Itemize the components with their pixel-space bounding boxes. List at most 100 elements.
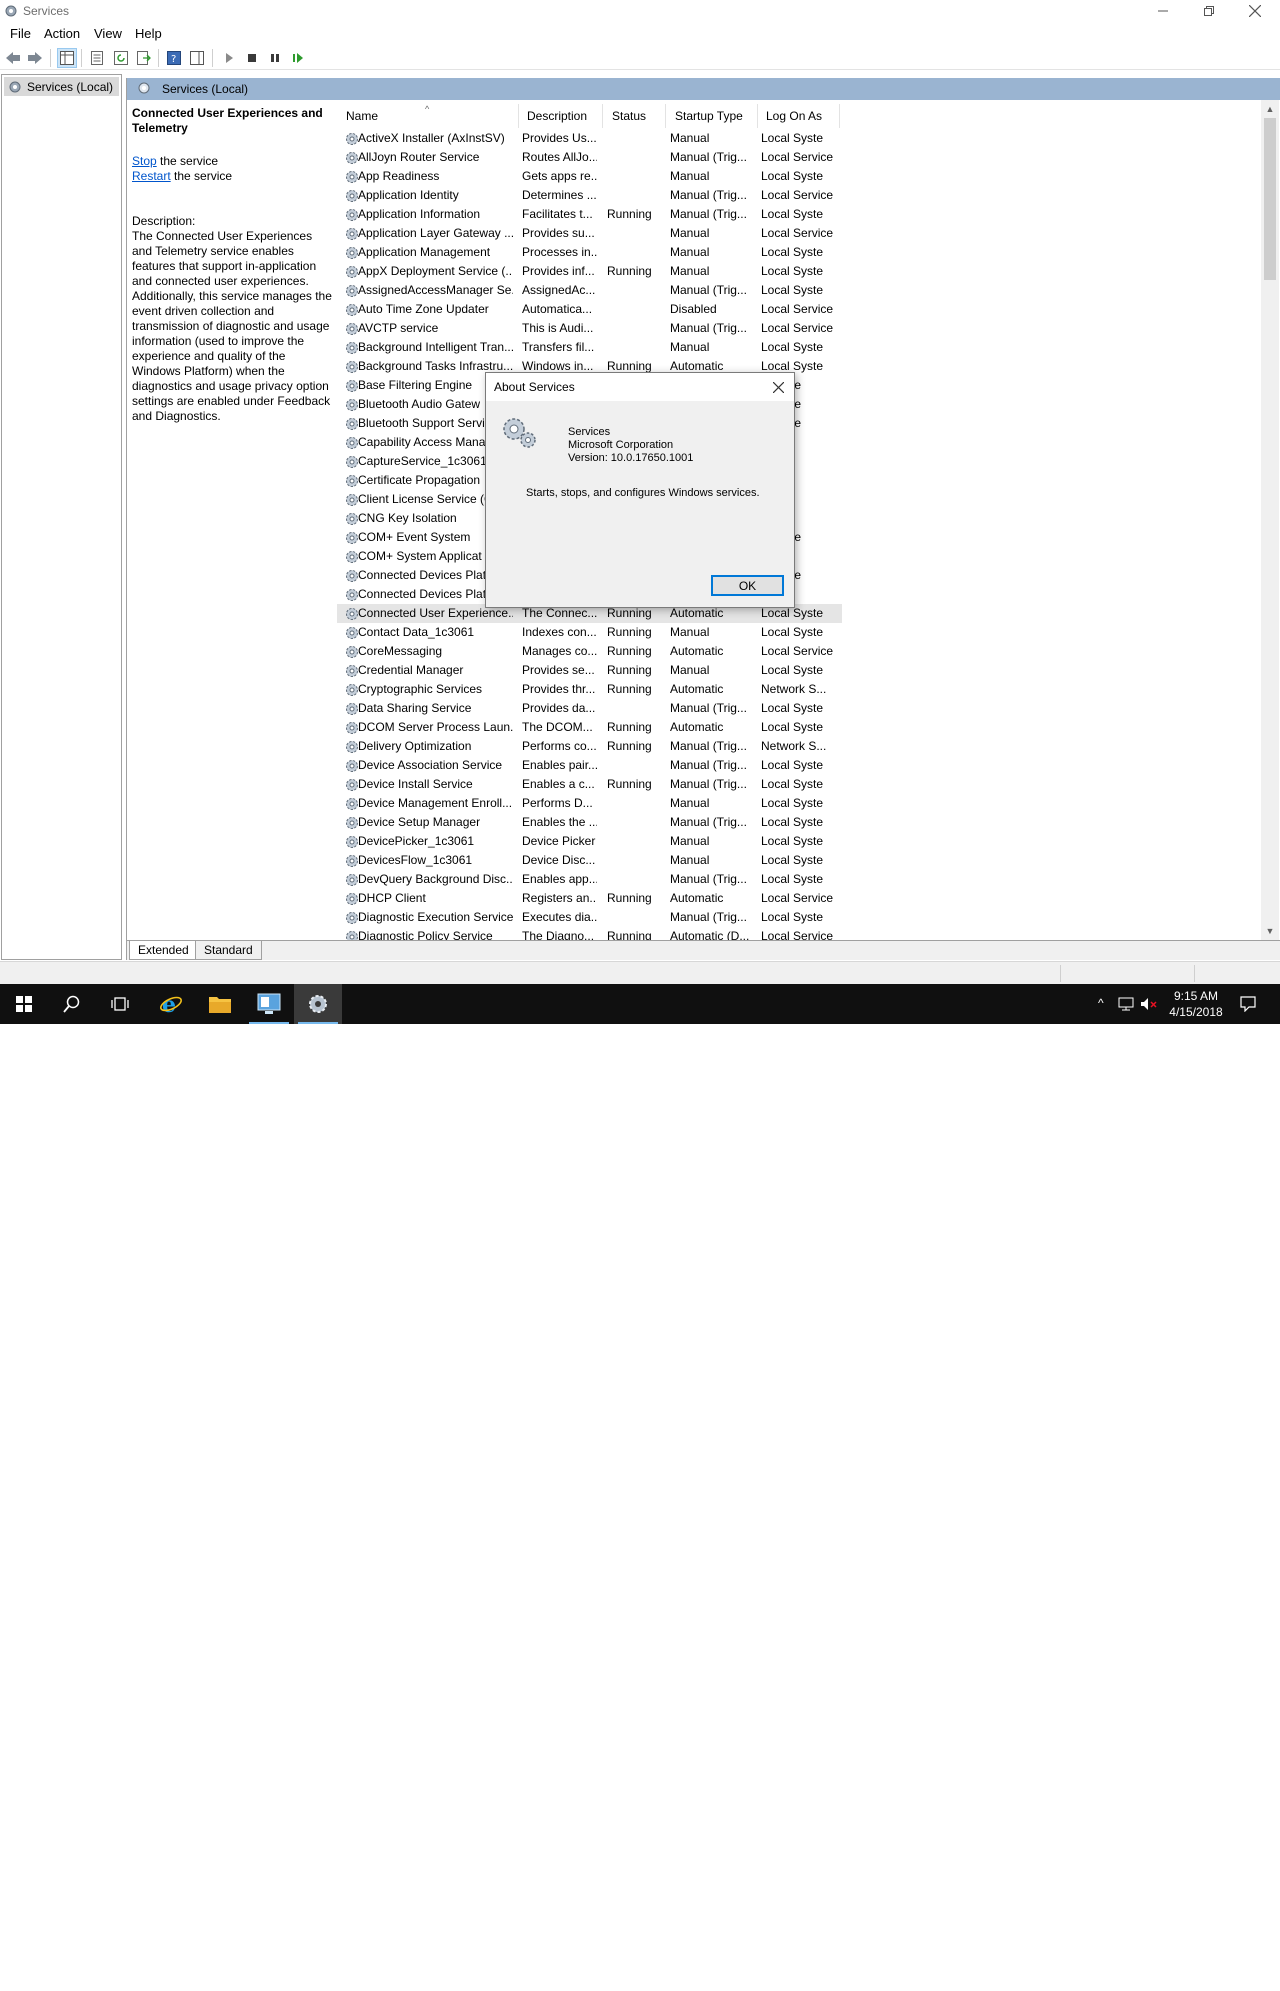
table-row[interactable]: Data Sharing Service Provides da... Manual… <box>337 699 842 718</box>
table-row[interactable]: Contact Data_1c3061 Indexes con... Running… <box>337 623 842 642</box>
cell-log-on-as: Local Service <box>761 321 834 335</box>
task-view-button[interactable] <box>96 984 144 1024</box>
cell-name: Delivery Optimization <box>358 739 472 753</box>
cell-log-on-as: Local Service <box>761 302 834 316</box>
column-header-name[interactable]: Name ^ <box>337 104 519 128</box>
cell-description: Determines ... <box>522 188 597 202</box>
refresh-button[interactable] <box>111 48 131 68</box>
cell-status: Running <box>607 739 652 753</box>
network-icon[interactable] <box>1118 997 1134 1011</box>
stop-service-button[interactable] <box>242 48 262 68</box>
table-row[interactable]: Device Setup Manager Enables the ... Manua… <box>337 813 842 832</box>
tab-standard[interactable]: Standard <box>195 941 262 960</box>
table-row[interactable]: AssignedAccessManager Se... AssignedAc...… <box>337 281 842 300</box>
table-row[interactable]: DevicesFlow_1c3061 Device Disc... Manual Lo… <box>337 851 842 870</box>
internet-explorer-icon: e <box>160 992 182 1016</box>
taskbar-internet-explorer[interactable]: e <box>147 984 195 1024</box>
table-row[interactable]: Diagnostic Execution Service Executes dia… <box>337 908 842 927</box>
table-row[interactable]: Credential Manager Provides se... Running M… <box>337 661 842 680</box>
table-row[interactable]: AllJoyn Router Service Routes AllJo... Man… <box>337 148 842 167</box>
table-row[interactable]: Application Identity Determines ... Manual… <box>337 186 842 205</box>
table-row[interactable]: AppX Deployment Service (... Provides inf… <box>337 262 842 281</box>
title-bar: Services <box>0 0 1280 22</box>
menu-help[interactable]: Help <box>135 26 162 41</box>
table-row[interactable]: ActiveX Installer (AxInstSV) Provides Us.… <box>337 129 842 148</box>
table-row[interactable]: Device Install Service Enables a c... Runn… <box>337 775 842 794</box>
table-row[interactable]: Application Layer Gateway ... Provides su… <box>337 224 842 243</box>
start-button[interactable] <box>0 984 48 1024</box>
minimize-button[interactable] <box>1140 0 1186 22</box>
cell-name: Cryptographic Services <box>358 682 483 696</box>
back-button[interactable] <box>3 48 23 68</box>
cell-startup-type: Manual <box>670 226 710 240</box>
table-row[interactable]: Cryptographic Services Provides thr... Run… <box>337 680 842 699</box>
column-header-status[interactable]: Status <box>603 104 666 128</box>
column-header-log-on-as[interactable]: Log On As <box>757 104 840 128</box>
menu-file[interactable]: File <box>10 26 31 41</box>
scroll-up-arrow-icon[interactable]: ▲ <box>1261 100 1279 118</box>
taskbar-file-explorer[interactable] <box>196 984 244 1024</box>
column-header-label: Status <box>612 109 647 123</box>
column-header-label: Name <box>346 109 379 123</box>
volume-muted-icon[interactable] <box>1140 997 1158 1011</box>
pause-service-button[interactable] <box>265 48 285 68</box>
vertical-scrollbar[interactable]: ▲ ▼ <box>1261 100 1279 940</box>
restore-button[interactable] <box>1186 0 1232 22</box>
forward-button[interactable] <box>25 48 45 68</box>
taskbar-server-manager[interactable] <box>245 984 293 1024</box>
table-row[interactable]: CoreMessaging Manages co... Running Automat… <box>337 642 842 661</box>
table-row[interactable]: AVCTP service This is Audi... Manual (Trig… <box>337 319 842 338</box>
table-row[interactable]: Application Management Processes in... Man… <box>337 243 842 262</box>
table-row[interactable]: Device Association Service Enables pair..… <box>337 756 842 775</box>
cell-startup-type: Automatic <box>670 606 724 620</box>
table-row[interactable]: App Readiness Gets apps re... Manual Local … <box>337 167 842 186</box>
dialog-close-button[interactable] <box>768 377 788 397</box>
ok-button[interactable]: OK <box>711 575 784 596</box>
show-hide-action-pane-button[interactable] <box>187 48 207 68</box>
help-button[interactable]: ? <box>164 48 184 68</box>
restart-service-link[interactable]: Restart <box>132 169 171 183</box>
cell-status: Running <box>607 682 652 696</box>
close-button[interactable] <box>1232 0 1278 22</box>
restart-service-button[interactable] <box>288 48 308 68</box>
cell-description: Provides se... <box>522 663 595 677</box>
table-row[interactable]: Delivery Optimization Performs co... Runni… <box>337 737 842 756</box>
table-row[interactable]: Diagnostic Policy Service The Diagno... Ru… <box>337 927 842 940</box>
taskbar-clock[interactable]: 9:15 AM 4/15/2018 <box>1160 988 1232 1020</box>
table-row[interactable]: Auto Time Zone Updater Automatica... Disab… <box>337 300 842 319</box>
table-row[interactable]: DevQuery Background Disc... Enables app..… <box>337 870 842 889</box>
cell-name: Background Intelligent Tran... <box>358 340 513 354</box>
cell-name: DevQuery Background Disc... <box>358 872 513 886</box>
table-row[interactable]: Application Information Facilitates t... R… <box>337 205 842 224</box>
cell-log-on-as: Local Syste <box>761 701 824 715</box>
scroll-thumb[interactable] <box>1264 118 1276 280</box>
cell-description: Transfers fil... <box>522 340 595 354</box>
menu-action[interactable]: Action <box>44 26 80 41</box>
table-row[interactable]: Background Intelligent Tran... Transfers … <box>337 338 842 357</box>
column-header-label: Description <box>527 109 588 123</box>
column-header-description[interactable]: Description <box>518 104 603 128</box>
action-center-icon[interactable] <box>1240 996 1256 1012</box>
table-row[interactable]: DCOM Server Process Laun... The DCOM... Ru… <box>337 718 842 737</box>
menu-view[interactable]: View <box>94 26 122 41</box>
export-list-button[interactable] <box>134 48 154 68</box>
table-row[interactable]: Device Management Enroll... Performs D...… <box>337 794 842 813</box>
stop-service-link[interactable]: Stop <box>132 154 157 168</box>
cell-log-on-as: Local Syste <box>761 758 824 772</box>
taskbar-services[interactable] <box>294 984 342 1024</box>
tray-overflow-icon[interactable]: ^ <box>1098 996 1104 1010</box>
properties-button[interactable] <box>87 48 107 68</box>
search-button[interactable] <box>48 984 96 1024</box>
cell-description: Windows in... <box>522 359 594 373</box>
cell-name: App Readiness <box>358 169 440 183</box>
tree-item-services-local[interactable]: Services (Local) <box>4 77 119 96</box>
show-hide-console-tree-button[interactable] <box>57 48 77 68</box>
scroll-down-arrow-icon[interactable]: ▼ <box>1261 922 1279 940</box>
start-service-button[interactable] <box>219 48 239 68</box>
column-header-startup-type[interactable]: Startup Type <box>666 104 758 128</box>
tab-extended[interactable]: Extended <box>129 941 198 960</box>
cell-startup-type: Manual (Trig... <box>670 701 747 715</box>
table-row[interactable]: DHCP Client Registers an... Running Automat… <box>337 889 842 908</box>
cell-status: Running <box>607 264 652 278</box>
table-row[interactable]: DevicePicker_1c3061 Device Picker Manual Lo… <box>337 832 842 851</box>
